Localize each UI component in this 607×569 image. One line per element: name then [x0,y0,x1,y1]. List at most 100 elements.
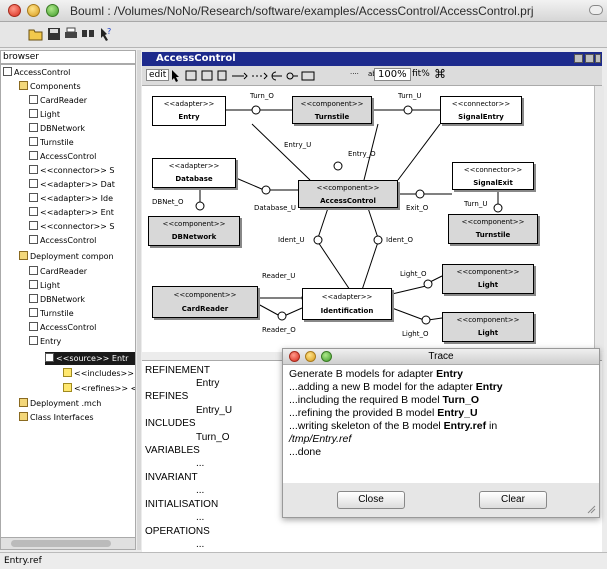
scroll-thumb[interactable] [11,540,111,547]
tree-item[interactable]: DBNetwork [29,122,85,135]
tree-item[interactable]: Deployment compon [19,250,114,263]
close-icon[interactable] [595,54,601,63]
component-signalexit[interactable]: <<connector>> SignalExit [452,162,534,190]
component-accesscontrol[interactable]: <<component>> AccessControl [298,180,398,208]
tree-item[interactable]: AccessControl [29,234,96,247]
zoom-field[interactable]: 100% [374,68,411,81]
diagram-vscrollbar[interactable] [594,86,604,352]
help-icon[interactable]: ? [98,26,114,42]
trace-line-text: in [486,420,498,432]
zoom-window-button[interactable] [46,4,59,17]
folder-icon [19,81,28,90]
tree-item[interactable]: <<adapter>> Ide [29,192,113,205]
diagram-canvas[interactable]: <<adapter>> Entry <<component>> Turnstil… [142,86,594,352]
component-light-2[interactable]: <<component>> Light [442,312,534,342]
component-turnstile[interactable]: <<component>> Turnstile [292,96,372,124]
component-light[interactable]: <<component>> Light [442,264,534,294]
close-button[interactable]: Close [337,491,405,509]
tree-item[interactable]: <<connector>> S [29,220,115,233]
browser-tree[interactable]: AccessControl Components CardReader Ligh… [0,64,136,550]
fit-button[interactable]: fit% [412,69,430,79]
trace-line: ...refining the provided B model Entry_U [289,407,593,420]
trace-line-emphasis: Entry.ref [443,420,487,432]
maximize-icon[interactable] [585,54,594,63]
tree-item[interactable]: Turnstile [29,136,74,149]
component-identification[interactable]: <<adapter>> Identification [302,288,392,320]
tree-item[interactable]: Light [29,279,60,292]
tree-item-label: Entry [40,337,62,346]
tree-item[interactable]: Entry [29,335,61,348]
interface-label: Ident_U [278,236,305,244]
toolbar-toggle-button[interactable] [589,5,603,15]
interface-label: Ident_O [386,236,414,244]
component-name: SignalEntry [458,113,504,121]
tree-item[interactable]: Light [29,108,60,121]
tree-item[interactable]: Deployment .mch [19,397,101,410]
clear-button[interactable]: Clear [479,491,547,509]
tree-item-label: <<connector>> S [40,166,115,175]
component-stereotype: <<component>> [461,218,525,226]
open-icon[interactable] [28,26,44,42]
text-line: OPERATIONS [145,526,210,537]
component-dbnetwork[interactable]: <<component>> DBNetwork [148,216,240,246]
close-window-button[interactable] [8,4,21,17]
tree-item[interactable]: AccessControl [29,150,96,163]
tree-item-selected[interactable]: <<source>> Entr [45,352,135,365]
trace-line: /tmp/Entry.ref [289,433,593,446]
tree-item[interactable]: DBNetwork [29,293,85,306]
component-icon [29,137,38,146]
minimize-window-button[interactable] [27,4,40,17]
interface-label: Light_O [402,330,429,338]
tree-item[interactable]: CardReader [29,94,87,107]
tree-item[interactable]: <<includes>> [63,367,134,380]
trace-close-window-button[interactable] [289,351,300,362]
text-line: ... [196,458,205,469]
component-database[interactable]: <<adapter>> Database [152,158,236,188]
print-icon[interactable] [63,26,79,42]
component-stereotype: <<connector>> [463,166,523,174]
component-name: Light [477,329,499,337]
component-icon [29,207,38,216]
status-bar: Entry.ref [0,552,607,569]
tree-item[interactable]: <<connector>> S [29,164,115,177]
diagram-tool-icons[interactable] [170,69,320,83]
component-icon [29,179,38,188]
tree-item-label: <<connector>> S [40,222,115,231]
minimize-icon[interactable] [574,54,583,63]
component-stereotype: <<connector>> [451,100,511,108]
tree-item[interactable]: <<adapter>> Dat [29,178,115,191]
resize-grip-icon[interactable] [586,504,596,514]
trace-line-emphasis: Entry [475,381,503,393]
deployment-icon [29,280,38,289]
browser-hscrollbar[interactable] [1,537,135,549]
trace-minimize-window-button[interactable] [305,351,316,362]
tree-item[interactable]: Class Interfaces [19,411,94,424]
trace-zoom-window-button[interactable] [321,351,332,362]
component-entry[interactable]: <<adapter>> Entry [152,96,226,126]
optimal-size-icon[interactable]: ⌘ [434,67,446,81]
diagram-title: AccessControl [156,53,236,64]
pane-splitter[interactable] [137,50,141,550]
component-icon [29,193,38,202]
component-turnstile-2[interactable]: <<component>> Turnstile [448,214,538,244]
edit-button[interactable]: edit [146,69,170,81]
tree-item[interactable]: AccessControl [3,66,70,79]
dotted-line-icon[interactable]: ···· [350,70,359,78]
trace-line-text: ...done [289,446,322,458]
tree-item[interactable]: CardReader [29,265,87,278]
trace-title: Trace [428,351,454,362]
save-icon[interactable] [46,26,62,42]
find-icon[interactable] [80,26,96,42]
component-cardreader[interactable]: <<component>> CardReader [152,286,258,318]
tree-item[interactable]: <<refines>> < [63,382,135,395]
tree-item-label: Components [30,82,81,91]
component-signalentry[interactable]: <<connector>> SignalEntry [440,96,522,124]
tree-item[interactable]: Turnstile [29,307,74,320]
trace-line-text: ...including the required B model [289,394,443,406]
trace-line-emphasis: Entry_U [437,407,478,419]
tree-item[interactable]: <<adapter>> Ent [29,206,114,219]
tree-item[interactable]: Components [19,80,81,93]
tree-item-label: Light [40,110,60,119]
trace-line-text: ...writing skeleton of the B model [289,420,444,432]
tree-item[interactable]: AccessControl [29,321,96,334]
